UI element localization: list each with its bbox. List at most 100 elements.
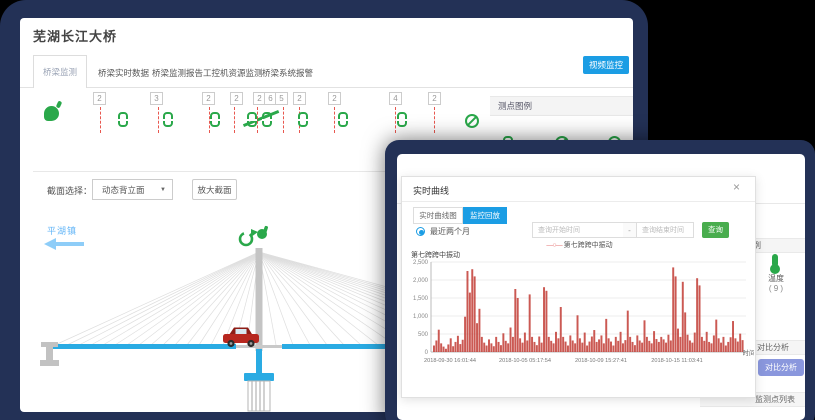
chart-bar bbox=[577, 315, 579, 352]
section-select-value: 动态背立面 bbox=[102, 185, 145, 195]
sensor-marker-dash bbox=[257, 107, 258, 133]
chart-bar bbox=[694, 333, 696, 352]
query-start-time-input[interactable] bbox=[532, 222, 624, 238]
chain-sensor-icon[interactable] bbox=[247, 112, 257, 127]
chart-bar bbox=[471, 269, 473, 352]
modal-title: 实时曲线 bbox=[413, 184, 449, 197]
tab-realtime-data[interactable]: 桥梁实时数据 bbox=[98, 67, 149, 79]
chain-sensor-icon[interactable] bbox=[298, 112, 308, 127]
chart-bar bbox=[689, 340, 691, 352]
bridge-pier-shaft bbox=[256, 349, 262, 375]
tab-monitor-report[interactable]: 桥梁监测报告 bbox=[152, 67, 203, 79]
chart-bar bbox=[718, 338, 720, 352]
chart-bar bbox=[730, 337, 732, 352]
sensor-count-badge: 4 bbox=[389, 92, 402, 105]
chart-bar bbox=[737, 342, 739, 352]
enlarge-section-button[interactable]: 放大截面 bbox=[192, 179, 237, 200]
y-tick-label: 1,500 bbox=[413, 296, 429, 302]
last-two-months-radio[interactable] bbox=[416, 227, 425, 236]
chart-bar bbox=[699, 285, 701, 352]
chart-bar bbox=[486, 346, 488, 352]
overlay-window-frame: 测点图例 温度 ( 9 ) 对比分析 对比分析 监测点列表 实时曲线 × 实时曲… bbox=[385, 140, 815, 420]
chart-bar bbox=[629, 337, 631, 352]
chart-bar bbox=[447, 344, 449, 352]
chart-bar bbox=[622, 343, 624, 352]
y-tick-label: 2,500 bbox=[413, 260, 429, 266]
chart-bar bbox=[589, 342, 591, 352]
tab-system-alarm[interactable]: 桥梁系统报警 bbox=[262, 67, 313, 79]
chart-bar bbox=[596, 342, 598, 352]
chart-bar bbox=[519, 338, 521, 352]
sensor-marker-dash bbox=[334, 107, 335, 133]
legend-marker-icon: —○— bbox=[546, 242, 561, 249]
chain-sensor-icon[interactable] bbox=[397, 112, 407, 127]
chart-bar bbox=[443, 347, 445, 352]
chart-bar bbox=[715, 320, 717, 352]
chain-sensor-icon[interactable] bbox=[118, 112, 128, 127]
pin-icon[interactable] bbox=[44, 106, 59, 121]
chart-bar bbox=[646, 337, 648, 352]
chart-bar bbox=[591, 337, 593, 352]
chart-bar bbox=[445, 349, 447, 352]
main-tabbar: 桥梁监测 桥梁实时数据 桥梁监测报告 工控机资源监测 桥梁系统报警 bbox=[20, 55, 633, 88]
realtime-curve-modal: 实时曲线 × 实时曲线图 监控回放 最近两个月 - 查询 —○— 第七跨跨中振动… bbox=[401, 176, 756, 398]
chart-bar bbox=[670, 340, 672, 352]
chain-sensor-icon[interactable] bbox=[163, 112, 173, 127]
thermometer-icon[interactable] bbox=[772, 254, 778, 267]
chart-bar bbox=[541, 343, 543, 352]
chain-sensor-icon[interactable] bbox=[338, 112, 348, 127]
compare-analysis-button[interactable]: 对比分析 bbox=[758, 359, 804, 376]
tab-ipc-resource[interactable]: 工控机资源监测 bbox=[203, 67, 263, 79]
bridge-deck-joint bbox=[236, 345, 282, 348]
no-entry-icon[interactable] bbox=[465, 114, 479, 128]
chart-bar bbox=[481, 337, 483, 352]
sensor-count-badge: 3 bbox=[150, 92, 163, 105]
chart-bar bbox=[510, 328, 512, 352]
chart-bar bbox=[569, 335, 571, 352]
chart-bar bbox=[636, 335, 638, 352]
chart-bar bbox=[538, 337, 540, 352]
chart-bar bbox=[713, 335, 715, 352]
sensor-marker-dash bbox=[158, 107, 159, 133]
legend-series-label: 第七跨跨中振动 bbox=[564, 242, 613, 249]
chart-bar bbox=[502, 333, 504, 352]
chart-bar bbox=[557, 338, 559, 352]
chart-bar bbox=[586, 346, 588, 352]
chain-sensor-icon[interactable] bbox=[210, 112, 220, 127]
chart-bar bbox=[644, 320, 646, 352]
chart-bar bbox=[675, 276, 677, 352]
y-tick-label: 2,000 bbox=[413, 278, 429, 284]
chart-bar bbox=[490, 343, 492, 352]
vibration-chart: 05001,0001,5002,0002,5002018-09-30 16:01… bbox=[409, 258, 754, 373]
tab-curve-preview[interactable]: 实时曲线图 bbox=[413, 207, 463, 224]
chart-bar bbox=[682, 282, 684, 352]
chart-bar bbox=[450, 338, 452, 352]
chart-bar bbox=[457, 336, 459, 352]
query-button[interactable]: 查询 bbox=[702, 222, 729, 238]
chart-bar bbox=[658, 342, 660, 352]
chart-bar bbox=[572, 340, 574, 352]
chain-sensor-icon[interactable] bbox=[262, 112, 272, 127]
chart-bar bbox=[567, 346, 569, 352]
chart-bar bbox=[536, 345, 538, 352]
chart-bar bbox=[533, 342, 535, 352]
video-monitor-button[interactable]: 视频监控 bbox=[583, 56, 629, 74]
x-axis-title: 时间 bbox=[743, 348, 755, 357]
legend-panel-header: 测点图例 bbox=[490, 96, 633, 116]
chart-bar bbox=[663, 339, 665, 352]
close-icon[interactable]: × bbox=[733, 181, 740, 193]
y-tick-label: 1,000 bbox=[413, 314, 429, 320]
tower-top-sensor-icons[interactable] bbox=[240, 226, 268, 245]
chart-bar bbox=[550, 341, 552, 352]
chart-bar bbox=[672, 267, 674, 352]
chart-bar bbox=[526, 340, 528, 352]
bridge-pier-cap bbox=[244, 373, 274, 381]
query-end-time-input[interactable] bbox=[636, 222, 694, 238]
sensor-count-badge: 2 bbox=[230, 92, 243, 105]
section-select-dropdown[interactable]: 动态背立面 ▼ bbox=[92, 179, 173, 200]
tab-monitor-playback[interactable]: 监控回放 bbox=[463, 207, 507, 224]
chart-bar bbox=[620, 332, 622, 352]
chart-bar bbox=[727, 342, 729, 352]
chart-bar bbox=[593, 330, 595, 352]
tab-bridge-monitor[interactable]: 桥梁监测 bbox=[33, 55, 87, 88]
